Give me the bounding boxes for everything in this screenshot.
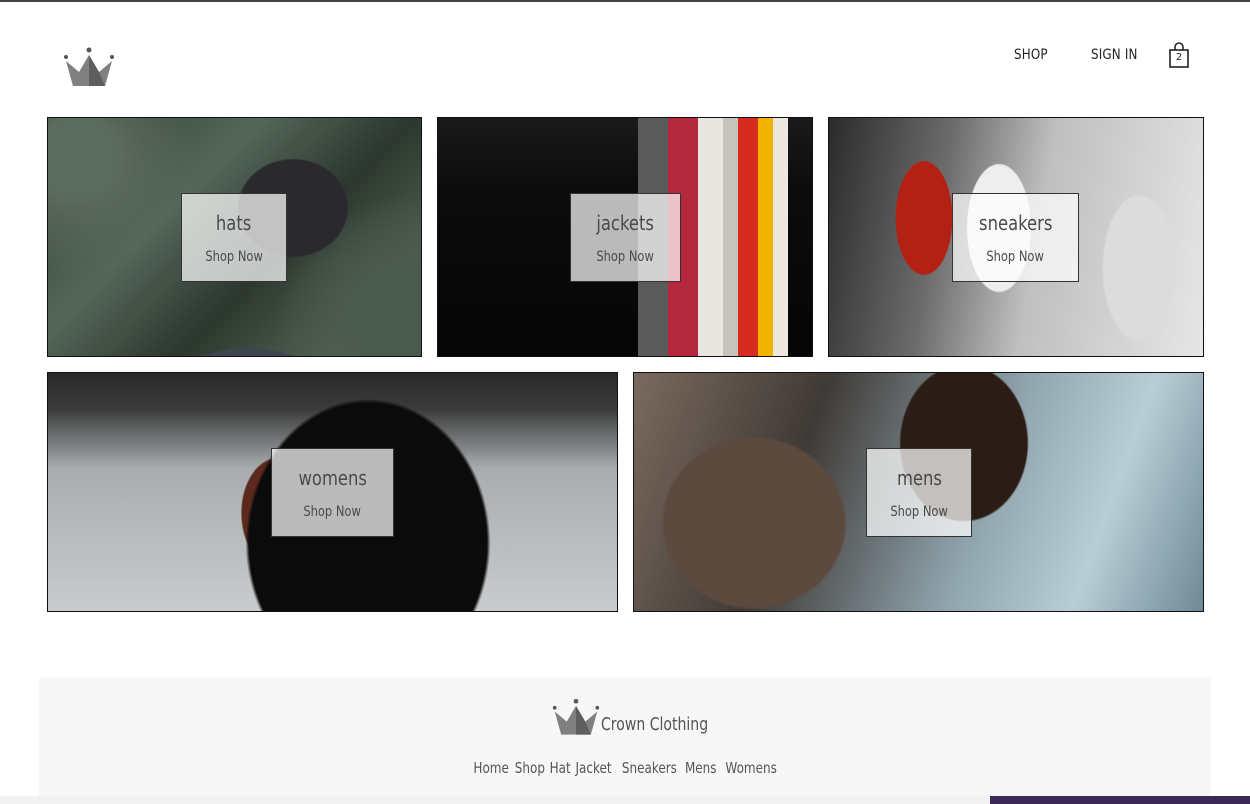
category-label-box: womens Shop Now	[271, 448, 394, 537]
footer-brand-name: Crown Clothing	[601, 714, 709, 735]
category-tile-hats[interactable]: hats Shop Now	[47, 117, 422, 357]
footer-link-jacket[interactable]: Jacket	[576, 759, 612, 777]
footer-links: Home Shop Hat Jacket Sneakers Mens Women…	[469, 759, 781, 777]
footer-brand[interactable]: Crown Clothing	[551, 697, 738, 737]
category-tile-womens[interactable]: womens Shop Now	[47, 372, 618, 612]
category-title: sneakers	[978, 210, 1053, 235]
category-tile-jackets[interactable]: jackets Shop Now	[437, 117, 813, 357]
main-nav: SHOP SIGN IN 2	[1014, 42, 1190, 68]
category-title: hats	[216, 210, 252, 235]
shop-now-text: Shop Now	[596, 248, 655, 265]
shop-now-text: Shop Now	[303, 503, 362, 520]
footer-link-home[interactable]: Home	[473, 759, 508, 777]
cart-button[interactable]: 2	[1168, 42, 1190, 68]
category-label-box: mens Shop Now	[866, 448, 972, 537]
site-header: SHOP SIGN IN 2	[0, 2, 1250, 112]
cart-count: 2	[1175, 52, 1183, 63]
footer-link-womens[interactable]: Womens	[725, 759, 776, 777]
footer-link-sneakers[interactable]: Sneakers	[621, 759, 676, 777]
category-title: womens	[298, 465, 367, 490]
category-tile-sneakers[interactable]: sneakers Shop Now	[828, 117, 1204, 357]
category-label-box: jackets Shop Now	[570, 193, 681, 282]
footer-link-shop[interactable]: Shop	[515, 759, 545, 777]
category-label-box: sneakers Shop Now	[952, 193, 1079, 282]
category-label-box: hats Shop Now	[181, 193, 287, 282]
category-title: jackets	[596, 210, 655, 235]
crown-logo-icon[interactable]	[62, 46, 116, 88]
site-footer: Crown Clothing Home Shop Hat Jacket Snea…	[39, 677, 1211, 804]
shop-now-text: Shop Now	[205, 248, 263, 265]
category-title: mens	[896, 465, 942, 490]
taskbar-edge	[990, 796, 1250, 804]
category-tile-mens[interactable]: mens Shop Now	[633, 372, 1204, 612]
nav-shop-link[interactable]: SHOP	[1014, 47, 1048, 63]
footer-link-hat[interactable]: Hat	[550, 759, 571, 777]
shop-now-text: Shop Now	[986, 248, 1045, 265]
nav-sign-in-link[interactable]: SIGN IN	[1091, 47, 1138, 63]
footer-link-mens[interactable]: Mens	[685, 759, 717, 777]
crown-icon	[552, 698, 600, 735]
shop-now-text: Shop Now	[890, 503, 948, 520]
